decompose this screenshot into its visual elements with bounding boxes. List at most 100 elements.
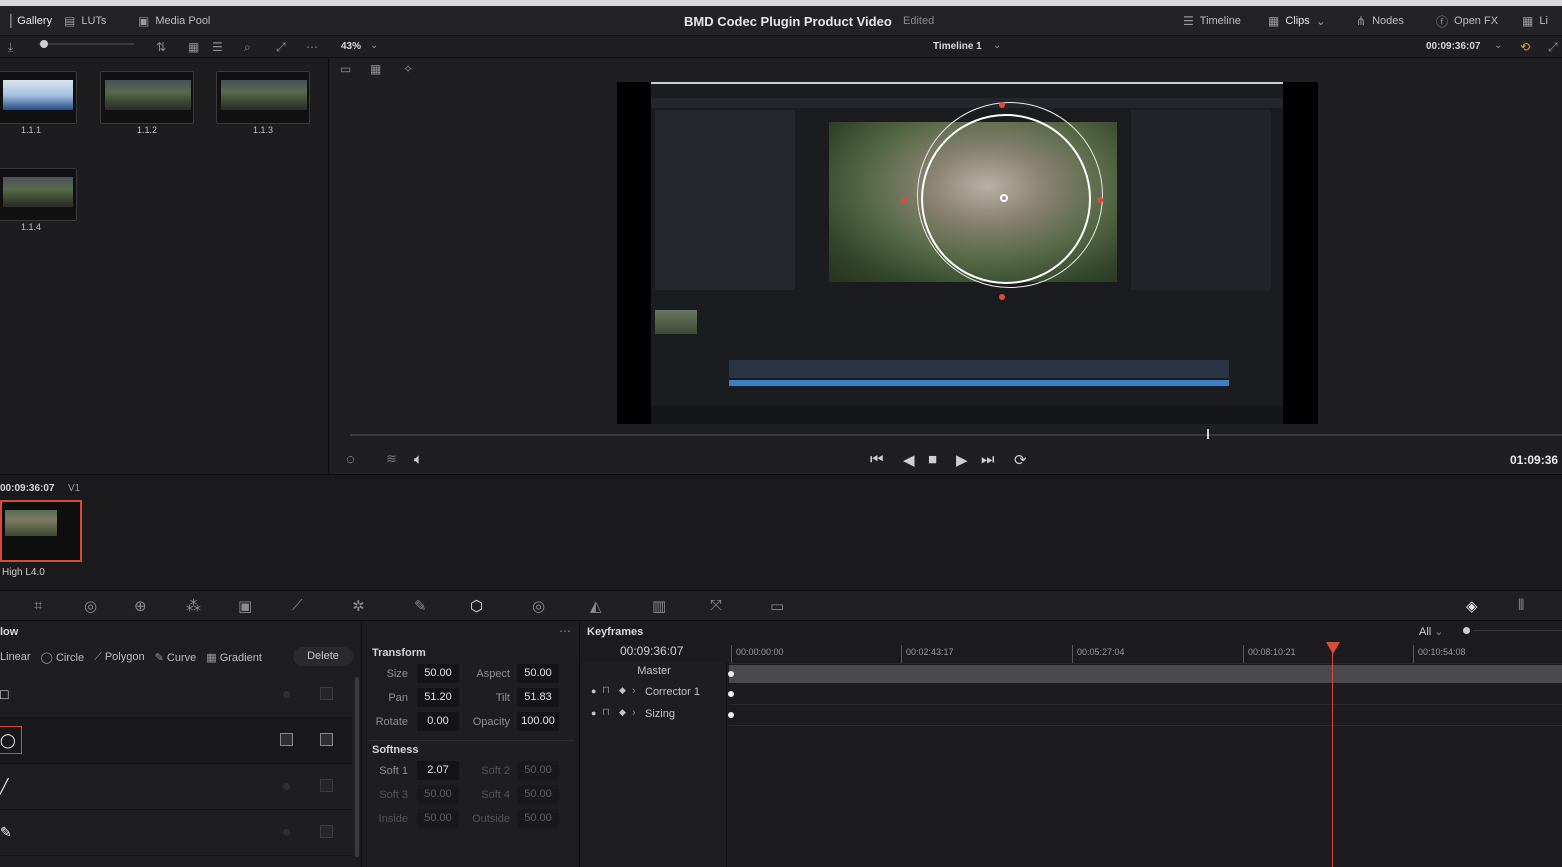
zoom-level[interactable]: 43% — [341, 41, 361, 52]
magic-mask-icon[interactable]: ◭ — [590, 597, 602, 615]
window-panel-scrollbar[interactable] — [355, 677, 359, 857]
chevron-down-icon[interactable]: ⌄ — [993, 40, 1001, 51]
grid-overlay-icon[interactable]: ▦ — [370, 62, 381, 76]
window-invert-checkbox[interactable] — [320, 779, 333, 792]
window-row-linear[interactable]: □ — [0, 672, 352, 718]
blur-icon[interactable]: ▥ — [652, 597, 666, 615]
aspect-field[interactable]: 50.00 — [517, 664, 559, 683]
circle-button[interactable]: ◯ Circle — [41, 651, 85, 664]
clips-button[interactable]: ▦ Clips ⌄ — [1268, 6, 1326, 36]
keyframe-filter-dropdown[interactable]: All ⌄ — [1419, 625, 1444, 638]
soft1-field[interactable]: 2.07 — [417, 761, 459, 780]
keyframe-marker[interactable] — [728, 712, 734, 718]
tilt-field[interactable]: 51.83 — [517, 688, 559, 707]
window-enable-checkbox[interactable] — [280, 733, 293, 746]
keyframe-track-row[interactable]: ● ⊓ ◆ › Sizing — [581, 705, 727, 726]
window-handle[interactable] — [1097, 197, 1103, 203]
window-handle[interactable] — [901, 197, 907, 203]
keyframe-playhead[interactable] — [1332, 648, 1333, 867]
list-view-icon[interactable]: ☰ — [212, 40, 223, 54]
curves-icon[interactable]: ⟋ — [292, 597, 303, 614]
linear-button[interactable]: Linear — [0, 651, 31, 663]
window-handle[interactable] — [999, 102, 1005, 108]
more-options-icon[interactable]: ⋯ — [306, 40, 318, 54]
search-icon[interactable]: ⌕ — [244, 40, 251, 55]
grab-still-icon[interactable]: ⤓ — [8, 40, 13, 55]
lock-icon[interactable]: ⊓ — [602, 707, 610, 718]
keyframes-icon[interactable]: ◈ — [1466, 597, 1478, 615]
play-reverse-icon[interactable]: ◀︎ — [903, 451, 915, 469]
rotate-field[interactable]: 0.00 — [417, 712, 459, 731]
tracker-icon[interactable]: ◎ — [532, 597, 545, 615]
go-to-end-icon[interactable]: ⏭︎ — [981, 451, 995, 468]
zoom-slider[interactable] — [1473, 630, 1562, 631]
timeline-selector[interactable]: Timeline 1 — [933, 41, 982, 52]
keyframe-track-row[interactable]: ● ⊓ ◆ › Corrector 1 — [581, 683, 727, 704]
chevron-down-icon[interactable]: ⌄ — [1494, 40, 1502, 51]
keyframe-diamond-icon[interactable]: ◆ — [619, 685, 626, 696]
window-invert-checkbox[interactable] — [320, 733, 333, 746]
fullscreen-icon[interactable]: ⤢ — [1548, 40, 1558, 55]
playhead-handle[interactable] — [1326, 642, 1340, 654]
key-icon[interactable]: ⤧ — [710, 597, 722, 614]
soft3-field[interactable]: 50.00 — [417, 785, 459, 804]
sort-icon[interactable]: ⇅ — [156, 40, 166, 54]
play-icon[interactable]: ▶︎ — [956, 451, 968, 469]
luts-button[interactable]: ▤ LUTs — [64, 6, 106, 36]
chevron-right-icon[interactable]: › — [632, 707, 636, 719]
clip-thumbnail[interactable] — [0, 500, 82, 562]
lock-icon[interactable]: ⊓ — [602, 685, 610, 696]
sizing-icon[interactable]: ▭ — [770, 597, 784, 615]
gallery-still[interactable] — [0, 168, 77, 221]
window-icon[interactable]: ⬡ — [470, 597, 483, 615]
loop-icon[interactable]: ⟳ — [1014, 451, 1027, 469]
viewer-mode-icon[interactable]: ◌ — [346, 451, 355, 468]
camera-raw-icon[interactable]: ⌗ — [34, 597, 42, 614]
go-to-start-icon[interactable]: ⏮︎ — [870, 451, 884, 468]
master-keyframe-bar[interactable] — [729, 665, 1562, 683]
inside-field[interactable]: 50.00 — [417, 809, 459, 828]
gradient-button[interactable]: ▦ Gradient — [206, 651, 262, 664]
scopes-icon[interactable]: ⫴ — [1518, 597, 1524, 614]
window-toggle[interactable] — [283, 783, 290, 790]
zoom-slider-knob[interactable] — [1463, 627, 1470, 634]
media-pool-button[interactable]: ▣ Media Pool — [138, 6, 210, 36]
expand-icon[interactable]: ⤢ — [276, 40, 286, 55]
gallery-button[interactable]: ▕ Gallery — [2, 6, 52, 36]
keyframe-marker[interactable] — [728, 691, 734, 697]
qualifier-icon[interactable]: ✎ — [414, 597, 427, 615]
openfx-button[interactable]: ⓕ Open FX — [1436, 6, 1498, 36]
lightbox-button[interactable]: ▦ Li — [1522, 6, 1548, 36]
opacity-field[interactable]: 100.00 — [517, 712, 559, 731]
magic-wand-icon[interactable]: ✧ — [403, 62, 413, 76]
motion-effects-icon[interactable]: ▣ — [238, 597, 252, 615]
window-toggle[interactable] — [283, 691, 290, 698]
hdr-wheels-icon[interactable]: ⊕ — [134, 597, 147, 615]
keyframe-marker[interactable] — [728, 671, 734, 677]
window-invert-checkbox[interactable] — [320, 825, 333, 838]
pan-field[interactable]: 51.20 — [417, 688, 459, 707]
video-frame[interactable] — [617, 82, 1318, 424]
delete-button[interactable]: Delete — [293, 647, 353, 666]
window-handle[interactable] — [999, 294, 1005, 300]
window-invert-checkbox[interactable] — [320, 687, 333, 700]
chevron-right-icon[interactable]: › — [632, 685, 636, 697]
keyframe-diamond-icon[interactable]: ◆ — [619, 707, 626, 718]
window-row-polygon[interactable]: ╱ — [0, 764, 352, 810]
gallery-still[interactable] — [100, 71, 194, 124]
color-wheels-icon[interactable]: ◎ — [84, 597, 97, 615]
bypass-icon[interactable]: ⟲ — [1520, 40, 1530, 54]
gallery-still[interactable] — [0, 71, 77, 124]
volume-icon[interactable]: 🔈︎ — [414, 451, 423, 468]
color-warper-icon[interactable]: ✲ — [352, 597, 365, 615]
window-toggle[interactable] — [283, 829, 290, 836]
keyframe-ruler[interactable]: 00:00:00:00 00:02:43:17 00:05:27:04 00:0… — [729, 642, 1562, 664]
stop-icon[interactable]: ■ — [928, 451, 937, 468]
rgb-mixer-icon[interactable]: ⁂ — [186, 597, 201, 615]
scrub-playhead[interactable] — [1207, 429, 1209, 439]
more-options-icon[interactable]: ⋯ — [559, 624, 571, 638]
polygon-button[interactable]: ⟋ Polygon — [94, 651, 145, 664]
outside-field[interactable]: 50.00 — [517, 809, 559, 828]
slider-knob[interactable] — [40, 40, 48, 48]
window-row-curve[interactable]: ✎ — [0, 810, 352, 856]
